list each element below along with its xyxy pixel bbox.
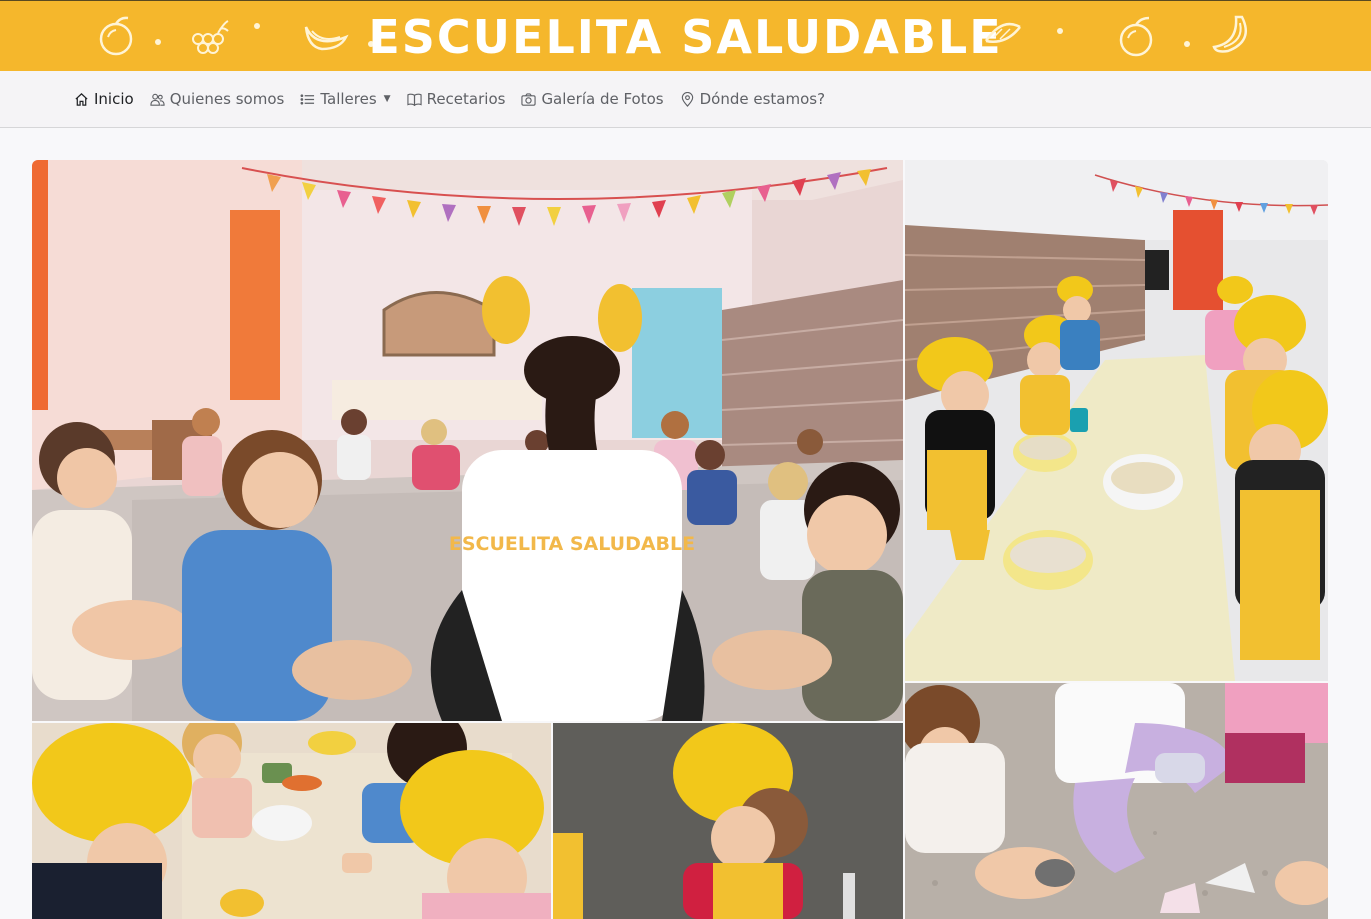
main-navbar: Inicio Quienes somos Talleres ▼ Recetari… [0, 71, 1371, 128]
photo-floor-activity[interactable] [905, 683, 1328, 919]
decor-dot [1184, 41, 1190, 47]
photo-chef-hat-girl[interactable] [553, 723, 903, 919]
nav-label: Galería de Fotos [541, 90, 664, 108]
home-icon [75, 92, 88, 106]
site-banner: ESCUELITA SALUDABLE [0, 0, 1371, 71]
photo-group-circle[interactable]: ESCUELITA SALUDABLE [32, 160, 903, 721]
photo-image: ESCUELITA SALUDABLE [32, 160, 903, 721]
photo-image [32, 723, 551, 919]
nav-item-talleres[interactable]: Talleres ▼ [300, 90, 391, 108]
chevron-down-icon: ▼ [383, 94, 391, 104]
nav-label: Recetarios [426, 90, 506, 108]
nav-item-inicio[interactable]: Inicio [74, 90, 134, 108]
photo-image [905, 683, 1328, 919]
nav-label: Dónde estamos? [699, 90, 826, 108]
book-icon [406, 93, 422, 106]
nav-item-donde-estamos[interactable]: Dónde estamos? [680, 90, 825, 108]
list-icon [300, 93, 315, 105]
people-icon [150, 93, 165, 106]
lemon-slice-icon [984, 22, 1021, 43]
camera-icon [521, 92, 537, 106]
nav-menu: Inicio Quienes somos Talleres ▼ Recetari… [74, 71, 825, 127]
photo-cooking-table[interactable] [905, 160, 1328, 681]
photo-image [905, 160, 1328, 681]
nav-item-quienes-somos[interactable]: Quienes somos [150, 90, 285, 108]
banana-icon [1212, 15, 1247, 53]
decor-dot [1057, 28, 1063, 34]
photo-mixing-bowl[interactable] [32, 723, 551, 919]
photo-image [553, 723, 903, 919]
site-title: ESCUELITA SALUDABLE [368, 10, 1003, 64]
nav-label: Quienes somos [169, 90, 285, 108]
photo-gallery: ESCUELITA SALUDABLE [32, 160, 1328, 919]
nav-item-recetarios[interactable]: Recetarios [406, 90, 506, 108]
orange-icon [1119, 16, 1153, 57]
shirt-logo-text: ESCUELITA SALUDABLE [449, 533, 695, 555]
nav-label: Talleres [320, 90, 377, 108]
map-pin-icon [681, 91, 693, 107]
nav-label: Inicio [94, 90, 134, 108]
nav-item-galeria[interactable]: Galería de Fotos [521, 90, 664, 108]
